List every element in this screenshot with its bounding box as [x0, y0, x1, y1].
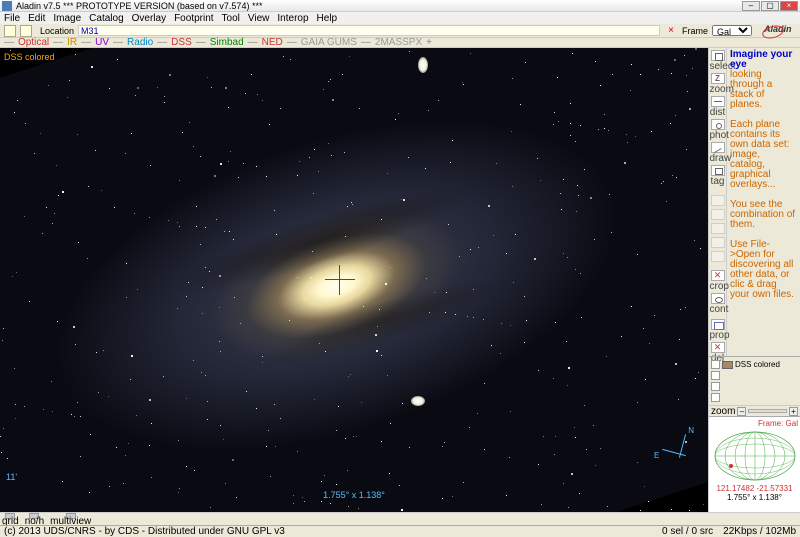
tool-crop[interactable]: crop	[710, 270, 726, 292]
network-status: 22Kbps / 102Mb	[723, 526, 796, 537]
cat-ir[interactable]: IR	[67, 37, 77, 48]
tool-disabled	[710, 195, 726, 206]
cat-ned[interactable]: NED	[262, 37, 283, 48]
add-catalog-button[interactable]: +	[426, 37, 432, 48]
menu-view[interactable]: View	[248, 13, 270, 24]
fov-label: 1.755° x 1.138°	[323, 490, 385, 500]
aladin-logo: Aladin	[764, 24, 796, 38]
close-button[interactable]: ×	[780, 1, 798, 11]
reticle-icon	[325, 265, 355, 295]
selection-count: 0 sel / 0 src	[662, 526, 713, 537]
app-icon	[2, 1, 12, 11]
save-button[interactable]	[20, 25, 32, 37]
tool-disabled	[710, 237, 726, 248]
overview-globe[interactable]: Frame: Gal 121.17482 -21.57331 1.755° x …	[709, 416, 800, 512]
zoom-slider[interactable]	[748, 409, 787, 413]
del-icon	[711, 342, 725, 353]
select-icon	[711, 50, 725, 61]
status-bar: (c) 2013 UDS/CNRS - by CDS - Distributed…	[0, 525, 800, 537]
tool-zoom[interactable]: zoom	[710, 73, 726, 95]
noh-button[interactable]: no/h	[25, 513, 44, 525]
draw-icon	[711, 142, 725, 153]
maximize-button[interactable]: ▢	[761, 1, 779, 11]
cat-2mass[interactable]: 2MASSPX	[375, 37, 422, 48]
help-panel: Imagine your eye looking through a stack…	[727, 48, 800, 356]
zoom-out-button[interactable]: –	[737, 407, 746, 416]
plane-swatch	[722, 361, 733, 369]
cat-radio[interactable]: Radio	[127, 37, 153, 48]
menu-overlay[interactable]: Overlay	[132, 13, 166, 24]
window-title: Aladin v7.5 *** PROTOTYPE VERSION (based…	[16, 1, 741, 11]
menu-help[interactable]: Help	[317, 13, 338, 24]
tool-dist[interactable]: dist	[710, 96, 726, 118]
scale-label: 11'	[6, 472, 17, 482]
tool-disabled	[710, 223, 726, 234]
prop-icon	[711, 319, 725, 330]
grid-button[interactable]: grid	[2, 513, 19, 525]
toolbar: Location × Frame Gal Aladin	[0, 24, 800, 38]
stack-plane-row[interactable]: DSS colored	[711, 359, 798, 370]
frame-label: Frame	[682, 26, 708, 36]
menu-file[interactable]: File	[4, 13, 20, 24]
tool-column: selectzoomdistphotdrawtag cropcont propd…	[709, 48, 727, 356]
phot-icon	[711, 119, 725, 130]
menu-tool[interactable]: Tool	[222, 13, 240, 24]
tool-phot[interactable]: phot	[710, 119, 726, 141]
tool-select[interactable]: select	[710, 50, 726, 72]
cat-gaia[interactable]: GAIA GUMS	[301, 37, 357, 48]
menu-footprint[interactable]: Footprint	[174, 13, 213, 24]
globe-frame-label: Frame: Gal	[758, 419, 798, 428]
cont-icon	[711, 293, 725, 304]
tool-draw[interactable]: draw	[710, 142, 726, 164]
sidebar: selectzoomdistphotdrawtag cropcont propd…	[708, 48, 800, 512]
frame-select[interactable]: Gal	[712, 25, 752, 36]
open-file-button[interactable]	[4, 25, 16, 37]
dist-icon	[711, 96, 725, 107]
zoom-in-button[interactable]: +	[789, 407, 798, 416]
title-bar: Aladin v7.5 *** PROTOTYPE VERSION (based…	[0, 0, 800, 12]
cat-uv[interactable]: UV	[95, 37, 109, 48]
empty-slot[interactable]	[711, 371, 720, 380]
main-area: DSS colored 11' 1.755° x 1.138° N E sele…	[0, 48, 800, 512]
minimize-button[interactable]: –	[742, 1, 760, 11]
sky-viewer[interactable]: DSS colored 11' 1.755° x 1.138° N E	[0, 48, 708, 512]
cat-simbad[interactable]: Simbad	[210, 37, 244, 48]
compass-icon: N E	[660, 432, 690, 462]
plane-name: DSS colored	[735, 360, 780, 369]
tool-disabled	[710, 251, 726, 262]
cat-optical[interactable]: Optical	[18, 37, 49, 48]
location-input[interactable]	[78, 25, 660, 36]
plane-stack: DSS colored	[709, 356, 800, 405]
zoom-control: zoom – +	[709, 405, 800, 416]
tool-disabled	[710, 209, 726, 220]
view-toolbar: grid no/h multiview	[0, 512, 800, 525]
empty-slot[interactable]	[711, 382, 720, 391]
plane-label: DSS colored	[4, 52, 55, 62]
clear-location-button[interactable]: ×	[668, 25, 674, 36]
menu-edit[interactable]: Edit	[28, 13, 45, 24]
copyright-text: (c) 2013 UDS/CNRS - by CDS - Distributed…	[4, 526, 652, 537]
tool-tag[interactable]: tag	[710, 165, 726, 187]
plane-checkbox[interactable]	[711, 360, 720, 369]
zoom-icon	[711, 73, 725, 84]
menu-bar: File Edit Image Catalog Overlay Footprin…	[0, 12, 800, 24]
menu-catalog[interactable]: Catalog	[89, 13, 123, 24]
empty-slot[interactable]	[711, 393, 720, 402]
help-title: Imagine your eye	[730, 50, 797, 70]
tool-prop[interactable]: prop	[710, 319, 726, 341]
menu-interop[interactable]: Interop	[277, 13, 308, 24]
crop-icon	[711, 270, 725, 281]
multiview-button[interactable]: multiview	[50, 513, 91, 525]
catalog-bar: —Optical —IR —UV —Radio —DSS —Simbad —NE…	[0, 38, 800, 48]
globe-fov: 1.755° x 1.138°	[727, 493, 782, 502]
tool-cont[interactable]: cont	[710, 293, 726, 315]
zoom-label: zoom	[711, 406, 735, 417]
menu-image[interactable]: Image	[53, 13, 81, 24]
globe-coordinates: 121.17482 -21.57331	[716, 484, 792, 493]
location-label: Location	[40, 26, 74, 36]
cat-dss[interactable]: DSS	[171, 37, 192, 48]
tag-icon	[711, 165, 725, 176]
